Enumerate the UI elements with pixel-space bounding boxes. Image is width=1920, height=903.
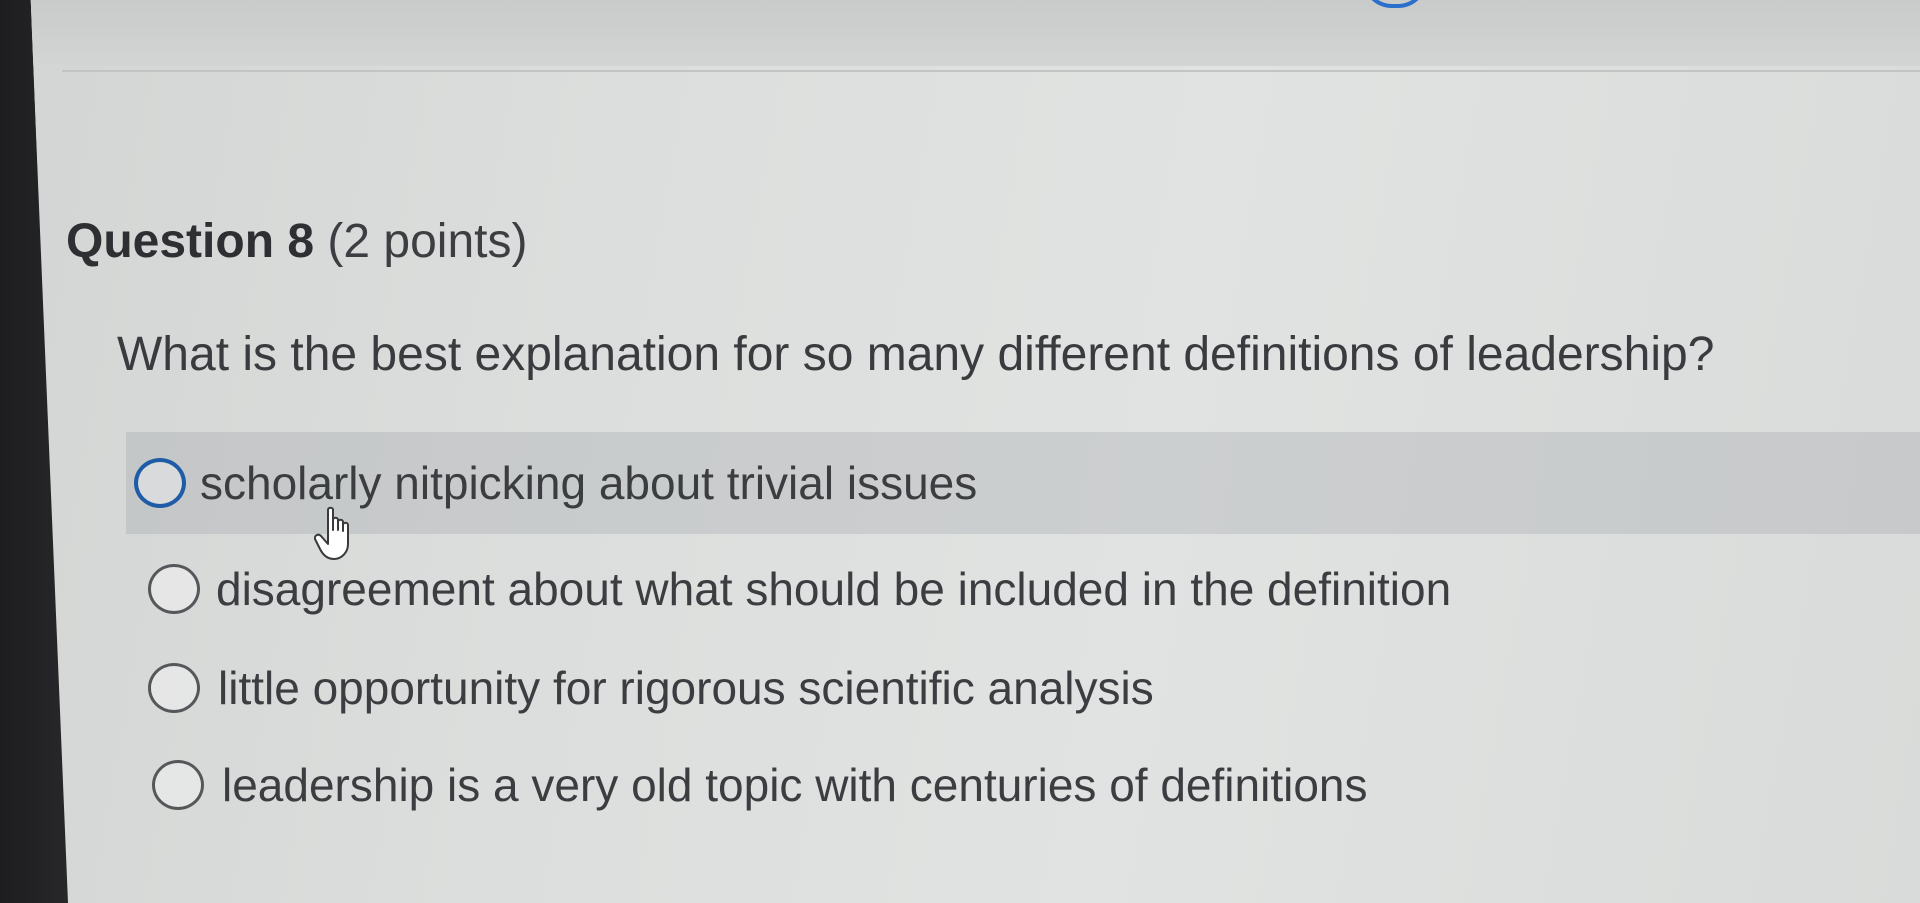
answer-option-3-label[interactable]: little opportunity for rigorous scientif… [218, 661, 1154, 715]
question-number: Question 8 [66, 215, 315, 268]
answer-option-3[interactable]: little opportunity for rigorous scientif… [148, 661, 1154, 715]
answer-option-2[interactable]: disagreement about what should be includ… [148, 562, 1451, 616]
header-divider [62, 70, 1920, 72]
question-prompt: What is the best explanation for so many… [117, 328, 1715, 381]
top-header-band [30, 0, 1920, 66]
answer-option-1-label[interactable]: scholarly nitpicking about trivial issue… [200, 456, 977, 510]
answer-option-4-label[interactable]: leadership is a very old topic with cent… [222, 758, 1368, 812]
quiz-page: Question 8 (2 points) What is the best e… [30, 0, 1920, 903]
answer-option-1[interactable]: scholarly nitpicking about trivial issue… [126, 432, 1920, 534]
question-points: (2 points) [327, 215, 528, 268]
radio-button-2[interactable] [148, 564, 200, 614]
answer-option-2-label[interactable]: disagreement about what should be includ… [216, 562, 1451, 616]
question-header: Question 8 (2 points) [66, 214, 527, 269]
radio-button-4[interactable] [152, 760, 204, 810]
hand-pointer-icon [314, 506, 349, 560]
radio-button-3[interactable] [148, 663, 200, 713]
answer-option-4[interactable]: leadership is a very old topic with cent… [152, 758, 1368, 812]
radio-button-1[interactable] [134, 458, 186, 508]
